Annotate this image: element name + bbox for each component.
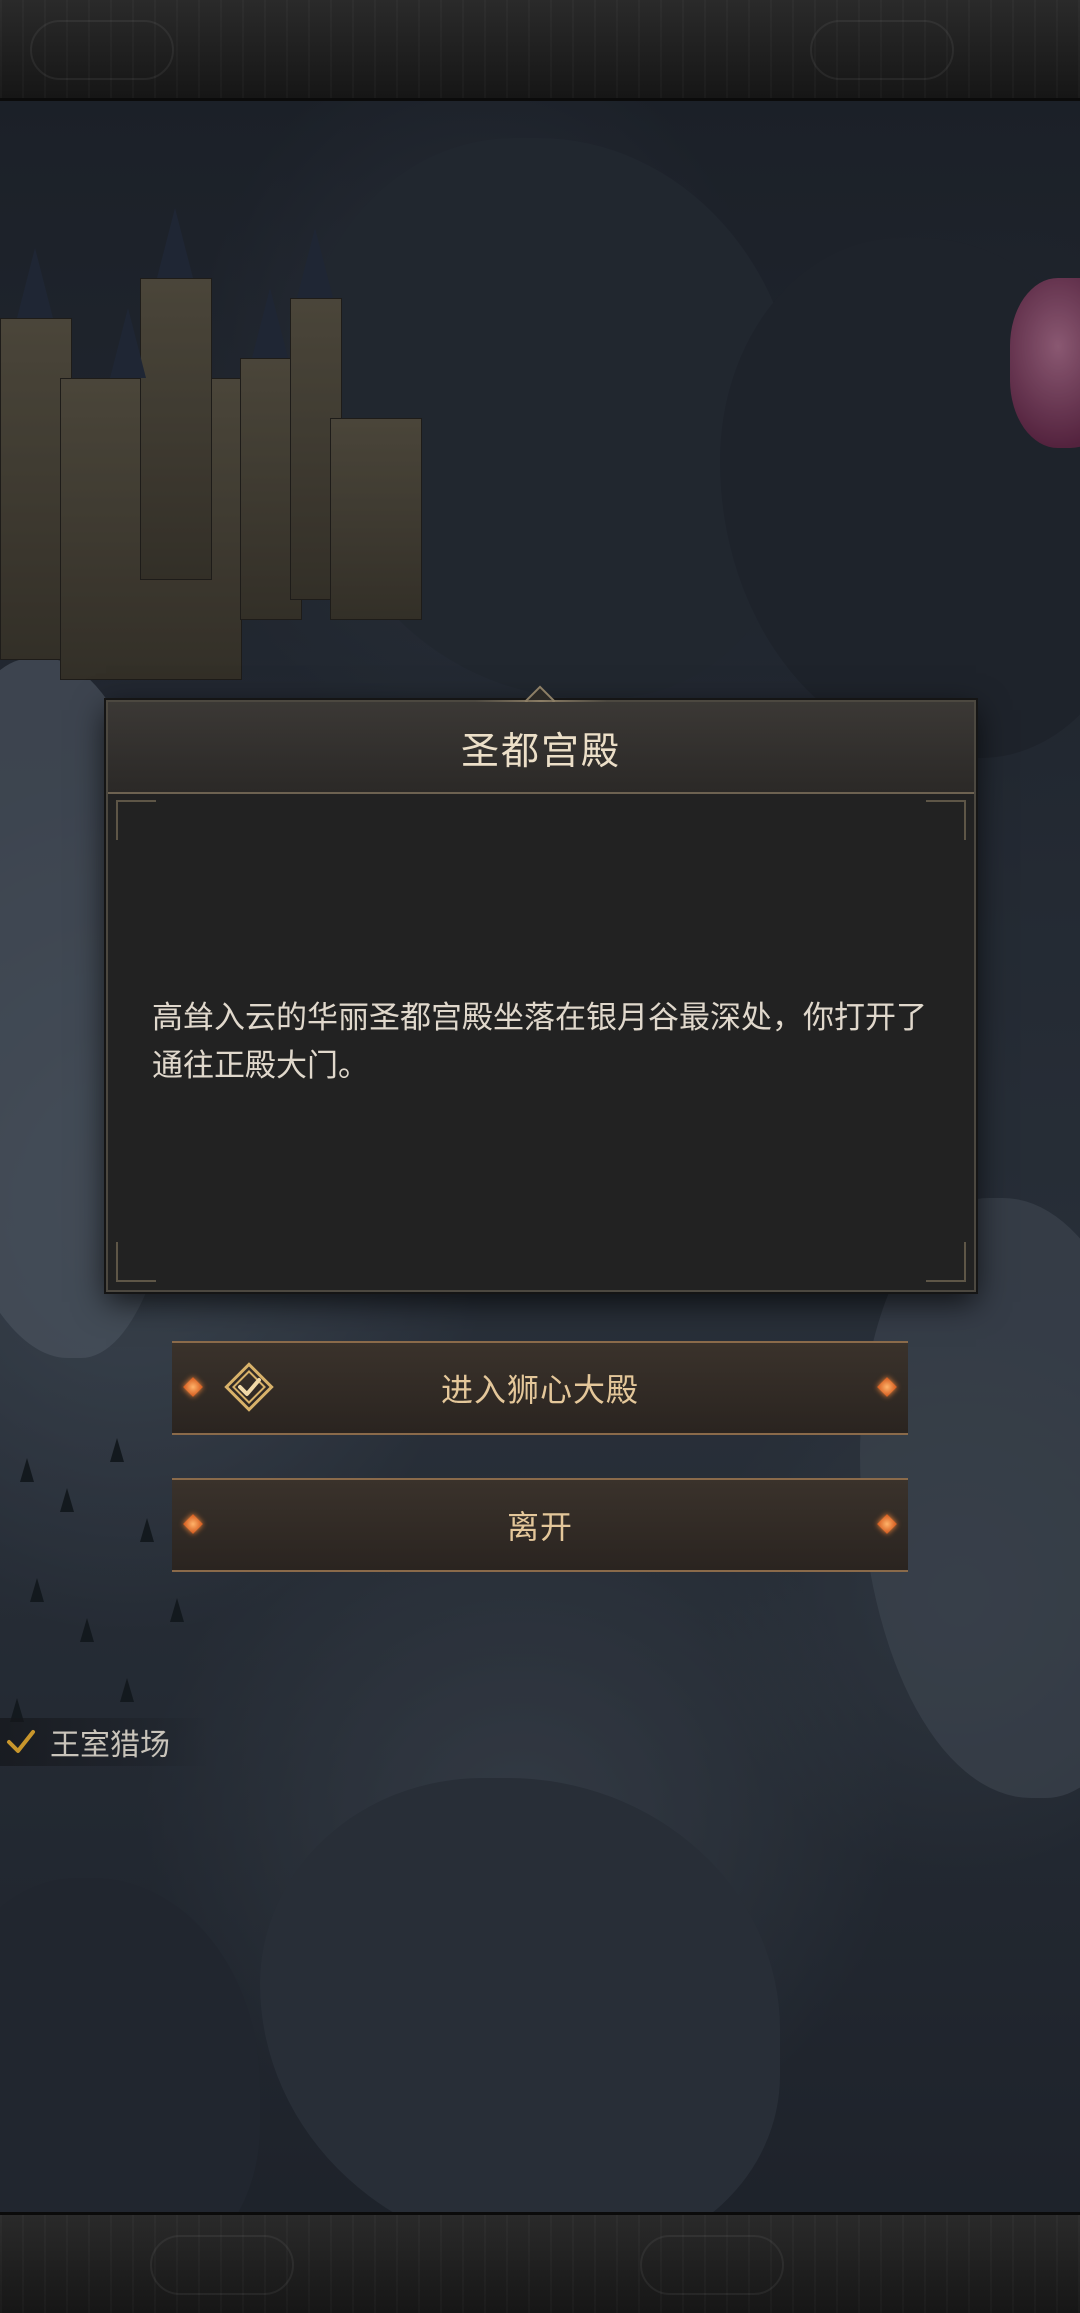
corner-ornament <box>116 1242 156 1282</box>
gem-icon <box>183 1514 203 1534</box>
dialog-header: 圣都宫殿 <box>108 702 974 794</box>
enter-check-icon <box>224 1362 274 1412</box>
option-label: 进入狮心大殿 <box>440 1371 639 1409</box>
corner-ornament <box>926 800 966 840</box>
option-label: 离开 <box>506 1508 573 1546</box>
dialog-description: 高耸入云的华丽圣都宫殿坐落在银月谷最深处，你打开了通往正殿大门。 <box>152 1000 927 1084</box>
leave-button[interactable]: 离开 <box>172 1478 908 1572</box>
location-name: 王室猎场 <box>50 1728 170 1763</box>
check-icon <box>7 1730 35 1753</box>
top-frame-bar <box>0 0 1080 101</box>
map-location-label[interactable]: 王室猎场 <box>0 1718 210 1766</box>
gem-icon <box>183 1377 203 1397</box>
corner-ornament <box>926 1242 966 1282</box>
bottom-frame-bar <box>0 2212 1080 2313</box>
gem-icon <box>877 1377 897 1397</box>
event-dialog: 圣都宫殿 高耸入云的华丽圣都宫殿坐落在银月谷最深处，你打开了通往正殿大门。 <box>106 700 976 1292</box>
gem-icon <box>877 1514 897 1534</box>
dialog-title: 圣都宫殿 <box>460 728 621 773</box>
enter-lionheart-hall-button[interactable]: 进入狮心大殿 <box>172 1341 908 1435</box>
corner-ornament <box>116 800 156 840</box>
